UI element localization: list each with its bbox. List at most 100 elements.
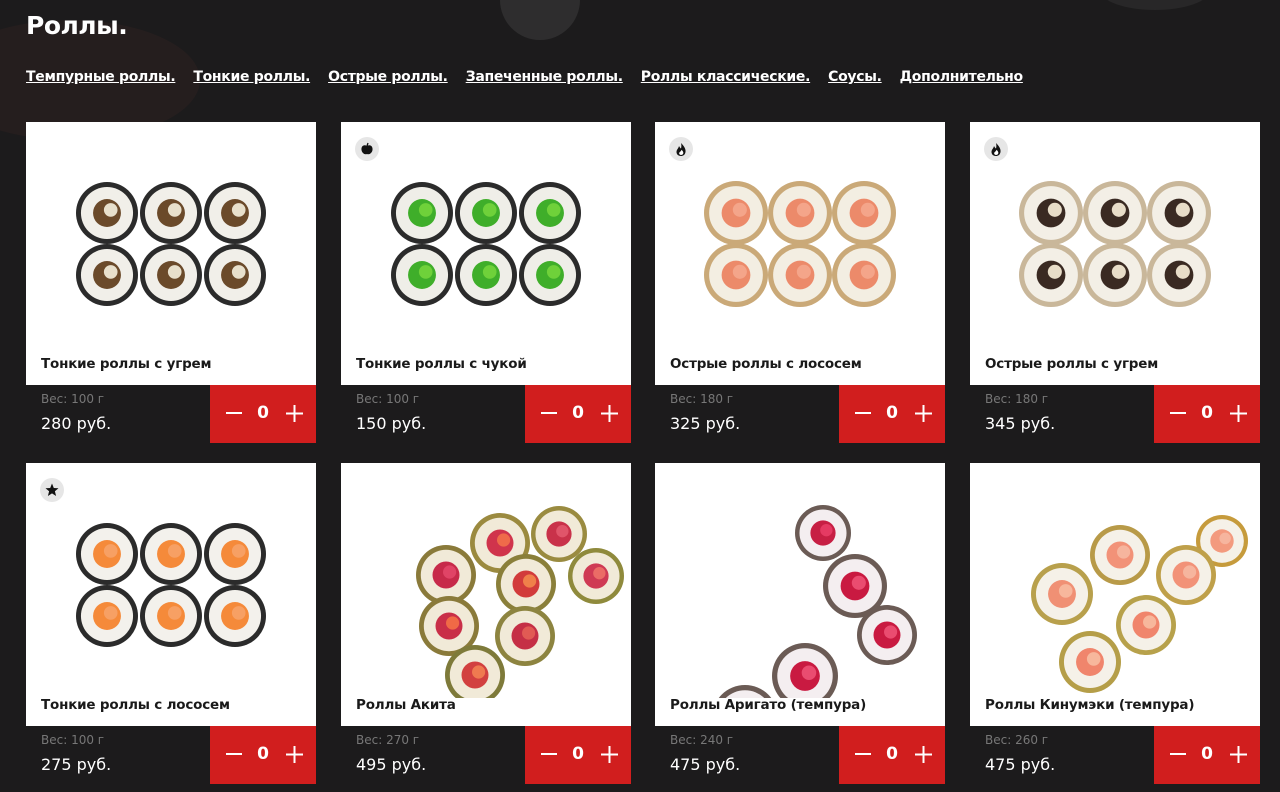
kinumeki-tempura-roll-icon[interactable] [970, 463, 1260, 698]
decrement-button[interactable] [850, 398, 876, 428]
increment-button[interactable] [596, 739, 622, 769]
quantity-stepper: 0 [210, 385, 316, 443]
increment-button[interactable] [596, 398, 622, 428]
star-icon [40, 478, 64, 502]
decrement-button[interactable] [221, 739, 247, 769]
product-footer: Вес: 100 г 150 руб. 0 [341, 385, 631, 443]
quantity-stepper: 0 [839, 385, 945, 443]
quantity-stepper: 0 [525, 726, 631, 784]
increment-button[interactable] [1225, 398, 1251, 428]
decrement-button[interactable] [536, 739, 562, 769]
minus-icon [541, 753, 557, 755]
category-nav: Темпурные роллы. Тонкие роллы. Острые ро… [26, 69, 1041, 85]
product-weight: Вес: 100 г [41, 733, 105, 747]
product-name[interactable]: Острые роллы с лососем [670, 356, 862, 372]
product-price: 150 руб. [356, 414, 427, 433]
product-price: 345 руб. [985, 414, 1056, 433]
category-link-classic[interactable]: Роллы классические. [641, 69, 811, 85]
category-link-extra[interactable]: Дополнительно [900, 69, 1024, 85]
background-decoration [500, 0, 580, 40]
chuka-roll-icon[interactable] [341, 122, 631, 357]
product-footer: Вес: 260 г 475 руб. 0 [970, 726, 1260, 784]
plus-icon [1229, 404, 1247, 422]
quantity-value: 0 [572, 744, 584, 764]
quantity-value: 0 [886, 403, 898, 423]
eel-roll-icon[interactable] [26, 122, 316, 357]
increment-button[interactable] [910, 398, 936, 428]
product-price: 280 руб. [41, 414, 112, 433]
plus-icon [1229, 745, 1247, 763]
background-decoration [1100, 0, 1210, 10]
product-card[interactable]: Тонкие роллы с угрем Вес: 100 г 280 руб.… [26, 122, 316, 443]
product-card[interactable]: Тонкие роллы с лососем Вес: 100 г 275 ру… [26, 463, 316, 784]
product-name[interactable]: Роллы Акита [356, 697, 456, 713]
minus-icon [541, 412, 557, 414]
product-weight: Вес: 270 г [356, 733, 420, 747]
quantity-value: 0 [1201, 744, 1213, 764]
product-weight: Вес: 260 г [985, 733, 1049, 747]
decrement-button[interactable] [1165, 398, 1191, 428]
minus-icon [855, 753, 871, 755]
quantity-stepper: 0 [839, 726, 945, 784]
arigato-tempura-roll-icon[interactable] [655, 463, 945, 698]
decrement-button[interactable] [1165, 739, 1191, 769]
increment-button[interactable] [281, 739, 307, 769]
minus-icon [855, 412, 871, 414]
quantity-value: 0 [1201, 403, 1213, 423]
product-weight: Вес: 100 г [356, 392, 420, 406]
decrement-button[interactable] [536, 398, 562, 428]
plus-icon [914, 404, 932, 422]
salmon-spicy-roll-icon[interactable] [655, 122, 945, 357]
quantity-stepper: 0 [1154, 726, 1260, 784]
product-card[interactable]: Роллы Акита Вес: 270 г 495 руб. 0 [341, 463, 631, 784]
quantity-value: 0 [257, 403, 269, 423]
product-footer: Вес: 100 г 280 руб. 0 [26, 385, 316, 443]
salmon-roll-icon[interactable] [26, 463, 316, 698]
product-footer: Вес: 180 г 325 руб. 0 [655, 385, 945, 443]
vegetarian-apple-icon [355, 137, 379, 161]
minus-icon [1170, 753, 1186, 755]
quantity-value: 0 [886, 744, 898, 764]
product-card[interactable]: Острые роллы с угрем Вес: 180 г 345 руб.… [970, 122, 1260, 443]
product-name[interactable]: Тонкие роллы с чукой [356, 356, 527, 372]
product-card[interactable]: Тонкие роллы с чукой Вес: 100 г 150 руб.… [341, 122, 631, 443]
product-name[interactable]: Тонкие роллы с угрем [41, 356, 212, 372]
category-link-spicy[interactable]: Острые роллы. [328, 69, 448, 85]
product-card[interactable]: Роллы Кинумэки (темпура) Вес: 260 г 475 … [970, 463, 1260, 784]
product-weight: Вес: 100 г [41, 392, 105, 406]
decrement-button[interactable] [221, 398, 247, 428]
category-link-sauces[interactable]: Соусы. [828, 69, 882, 85]
product-price: 275 руб. [41, 755, 112, 774]
product-weight: Вес: 180 г [670, 392, 734, 406]
product-card[interactable]: Острые роллы с лососем Вес: 180 г 325 ру… [655, 122, 945, 443]
quantity-value: 0 [257, 744, 269, 764]
spicy-flame-icon [984, 137, 1008, 161]
product-price: 475 руб. [670, 755, 741, 774]
product-weight: Вес: 240 г [670, 733, 734, 747]
product-name[interactable]: Тонкие роллы с лососем [41, 697, 230, 713]
product-price: 495 руб. [356, 755, 427, 774]
product-name[interactable]: Роллы Аригато (темпура) [670, 697, 866, 713]
spicy-flame-icon [669, 137, 693, 161]
plus-icon [914, 745, 932, 763]
product-card[interactable]: Роллы Аригато (темпура) Вес: 240 г 475 р… [655, 463, 945, 784]
quantity-value: 0 [572, 403, 584, 423]
category-link-tempura[interactable]: Темпурные роллы. [26, 69, 176, 85]
product-name[interactable]: Роллы Кинумэки (темпура) [985, 697, 1194, 713]
increment-button[interactable] [910, 739, 936, 769]
increment-button[interactable] [1225, 739, 1251, 769]
category-link-thin[interactable]: Тонкие роллы. [193, 69, 310, 85]
akita-roll-icon[interactable] [341, 463, 631, 698]
product-price: 325 руб. [670, 414, 741, 433]
product-weight: Вес: 180 г [985, 392, 1049, 406]
plus-icon [285, 745, 303, 763]
product-name[interactable]: Острые роллы с угрем [985, 356, 1158, 372]
category-link-baked[interactable]: Запеченные роллы. [466, 69, 623, 85]
plus-icon [600, 404, 618, 422]
eel-spicy-roll-icon[interactable] [970, 122, 1260, 357]
product-footer: Вес: 240 г 475 руб. 0 [655, 726, 945, 784]
increment-button[interactable] [281, 398, 307, 428]
decrement-button[interactable] [850, 739, 876, 769]
product-footer: Вес: 180 г 345 руб. 0 [970, 385, 1260, 443]
minus-icon [1170, 412, 1186, 414]
